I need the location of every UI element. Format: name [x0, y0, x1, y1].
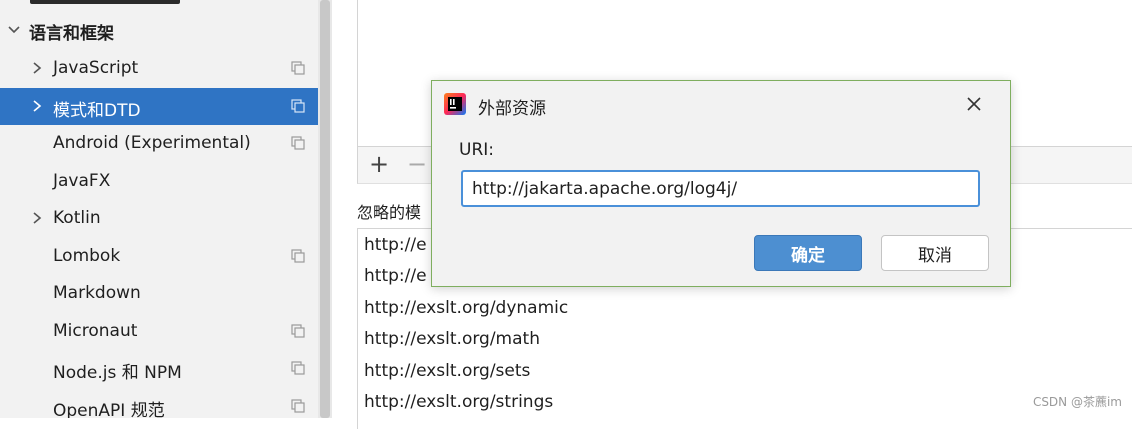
- list-item[interactable]: http://exslt.org/math: [364, 329, 540, 349]
- sidebar-item-label: JavaScript: [53, 58, 139, 78]
- chevron-right-icon[interactable]: [30, 98, 44, 114]
- sidebar-item[interactable]: JavaScript: [0, 50, 318, 87]
- sidebar-item[interactable]: Lombok: [0, 238, 318, 275]
- ok-button[interactable]: 确定: [754, 235, 862, 271]
- sidebar-scrollbar[interactable]: [318, 0, 332, 418]
- close-icon[interactable]: [964, 94, 984, 114]
- uri-label: URI:: [459, 140, 494, 160]
- chevron-right-icon[interactable]: [30, 210, 44, 226]
- sidebar-item-label: Node.js 和 NPM: [53, 363, 182, 383]
- sidebar-section-languages[interactable]: 语言和框架: [0, 13, 318, 49]
- dialog-title-bar[interactable]: 外部资源: [432, 81, 1010, 125]
- project-scope-icon: [291, 361, 305, 375]
- sidebar-item-label: Lombok: [53, 245, 121, 266]
- list-item[interactable]: http://e: [364, 266, 427, 286]
- sidebar-scroll-thumb[interactable]: [320, 0, 330, 418]
- watermark: CSDN @茶藨im: [1032, 395, 1122, 409]
- sidebar-item[interactable]: Node.js 和 NPM: [0, 350, 318, 387]
- sidebar-section-label: 语言和框架: [29, 23, 114, 44]
- sidebar-item-label: JavaFX: [53, 170, 111, 191]
- sidebar-item-label: 模式和DTD: [53, 100, 141, 121]
- project-scope-icon: [291, 136, 305, 150]
- sidebar-item[interactable]: Kotlin: [0, 200, 318, 237]
- chevron-right-icon[interactable]: [30, 60, 44, 76]
- list-item[interactable]: http://exslt.org/dynamic: [364, 298, 568, 318]
- project-scope-icon: [291, 248, 305, 263]
- intellij-logo-icon: [444, 93, 466, 115]
- project-scope-icon: [291, 61, 305, 75]
- settings-sidebar: 语言和框架 JavaScript 模式和DTD Android (Experimen…: [0, 0, 318, 418]
- remove-button[interactable]: −: [405, 152, 429, 177]
- sidebar-item-label: OpenAPI 规范: [53, 400, 165, 419]
- sidebar-item-label: Kotlin: [53, 208, 101, 228]
- chevron-down-icon: [8, 26, 20, 34]
- sidebar-item[interactable]: Micronaut: [0, 313, 318, 350]
- sidebar-item-label: Android (Experimental): [53, 133, 251, 153]
- sidebar-item[interactable]: JavaFX: [0, 163, 318, 200]
- project-scope-icon: [291, 98, 305, 113]
- project-scope-icon: [291, 323, 305, 338]
- uri-input[interactable]: [461, 170, 980, 207]
- sidebar-item[interactable]: OpenAPI 规范: [0, 388, 318, 419]
- sidebar-item[interactable]: 模式和DTD: [0, 87, 318, 125]
- cancel-button[interactable]: 取消: [881, 235, 989, 271]
- sidebar-item-label: Micronaut: [53, 320, 138, 341]
- sidebar-cut-row: [30, 0, 180, 8]
- sidebar-item[interactable]: Android (Experimental): [0, 125, 318, 162]
- external-resource-dialog: 外部资源 URI: 确定 取消: [431, 80, 1011, 287]
- project-scope-icon: [291, 398, 305, 413]
- sidebar-item[interactable]: Markdown: [0, 275, 318, 312]
- sidebar-item-label: Markdown: [53, 283, 141, 303]
- ignored-schemas-label: 忽略的模: [357, 203, 422, 222]
- list-item[interactable]: http://e: [364, 235, 427, 255]
- dialog-title: 外部资源: [478, 99, 546, 119]
- add-button[interactable]: +: [367, 152, 391, 177]
- list-item[interactable]: http://exslt.org/sets: [364, 361, 530, 381]
- list-item[interactable]: http://exslt.org/strings: [364, 392, 553, 412]
